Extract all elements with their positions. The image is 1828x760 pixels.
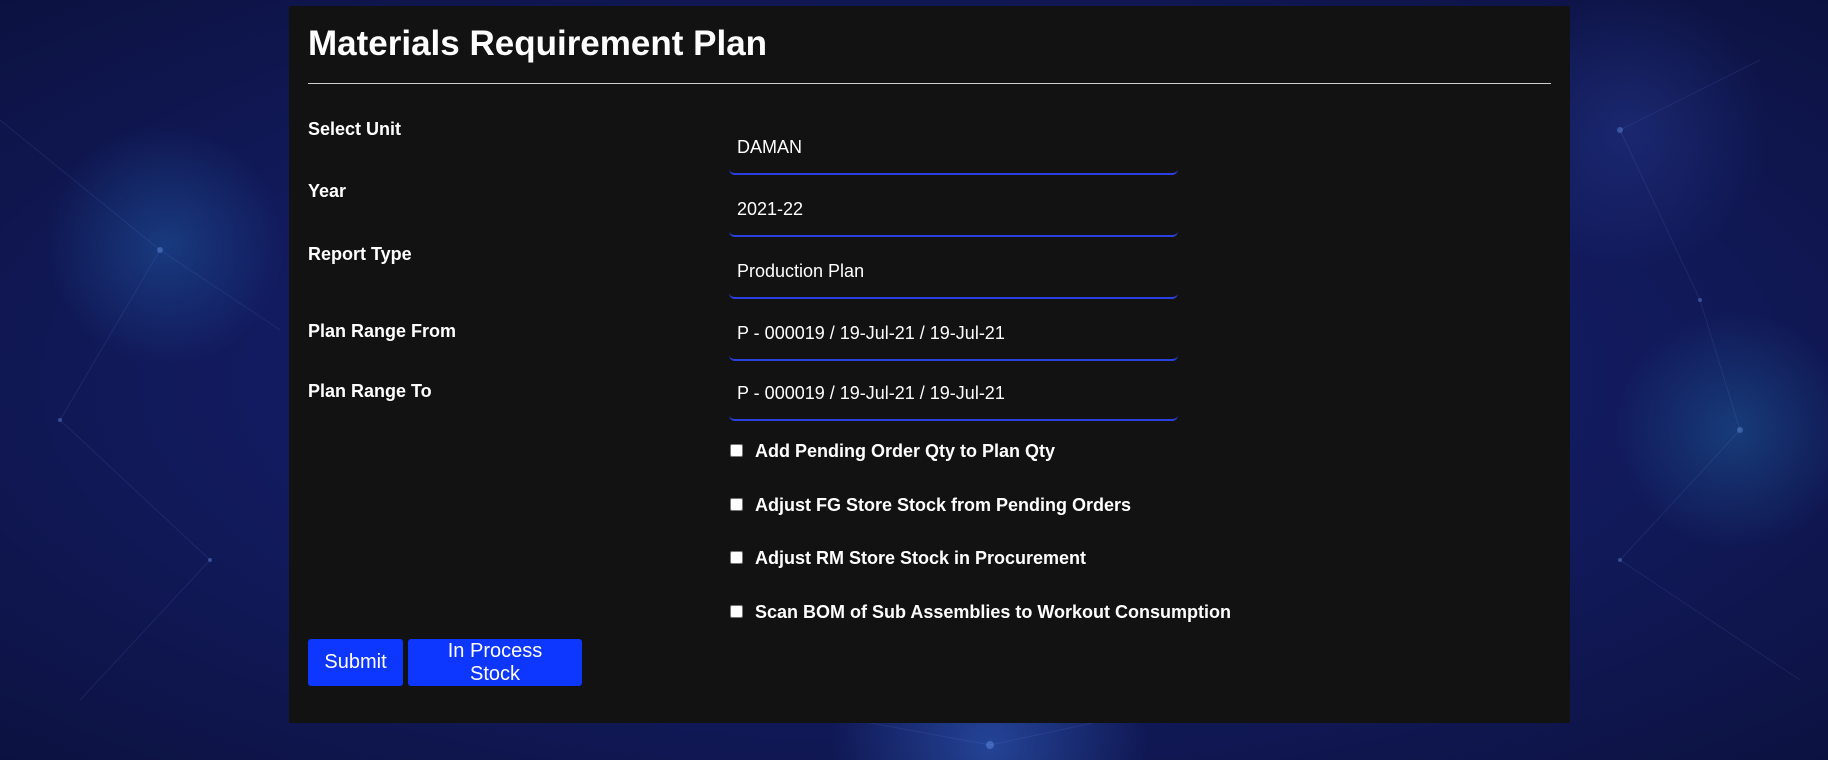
fg-store-stock-label: Adjust FG Store Stock from Pending Order… [755,495,1132,515]
plan-range-to-label: Plan Range To [308,381,432,401]
year-field[interactable]: 2021-22 [729,184,1178,237]
plan-range-to-field[interactable]: P - 000019 / 19-Jul-21 / 19-Jul-21 [729,368,1178,421]
pending-order-qty-checkbox[interactable] [730,443,743,457]
rm-store-stock-option[interactable]: Adjust RM Store Stock in Procurement [730,548,1086,569]
scan-bom-option[interactable]: Scan BOM of Sub Assemblies to Workout Co… [730,602,1231,623]
scan-bom-checkbox[interactable] [730,604,743,618]
select-unit-label: Select Unit [308,119,402,139]
select-unit-field[interactable]: DAMAN [729,122,1178,175]
pending-order-qty-label: Add Pending Order Qty to Plan Qty [755,441,1056,461]
fg-store-stock-checkbox[interactable] [730,497,743,511]
page-title: Materials Requirement Plan [308,24,768,63]
year-label: Year [308,181,347,201]
plan-range-from-field[interactable]: P - 000019 / 19-Jul-21 / 19-Jul-21 [729,308,1178,361]
mrp-form-panel: Materials Requirement Plan Select Unit D… [289,6,1570,723]
pending-order-qty-option[interactable]: Add Pending Order Qty to Plan Qty [730,441,1055,462]
rm-store-stock-label: Adjust RM Store Stock in Procurement [755,548,1087,568]
report-type-label: Report Type [308,244,412,264]
submit-button[interactable]: Submit [308,639,403,686]
rm-store-stock-checkbox[interactable] [730,550,743,564]
fg-store-stock-option[interactable]: Adjust FG Store Stock from Pending Order… [730,495,1131,516]
scan-bom-label: Scan BOM of Sub Assemblies to Workout Co… [755,602,1232,622]
in-process-stock-button[interactable]: In Process Stock [408,639,582,686]
plan-range-from-label: Plan Range From [308,321,457,341]
title-divider [308,83,1551,84]
report-type-field[interactable]: Production Plan [729,246,1178,299]
